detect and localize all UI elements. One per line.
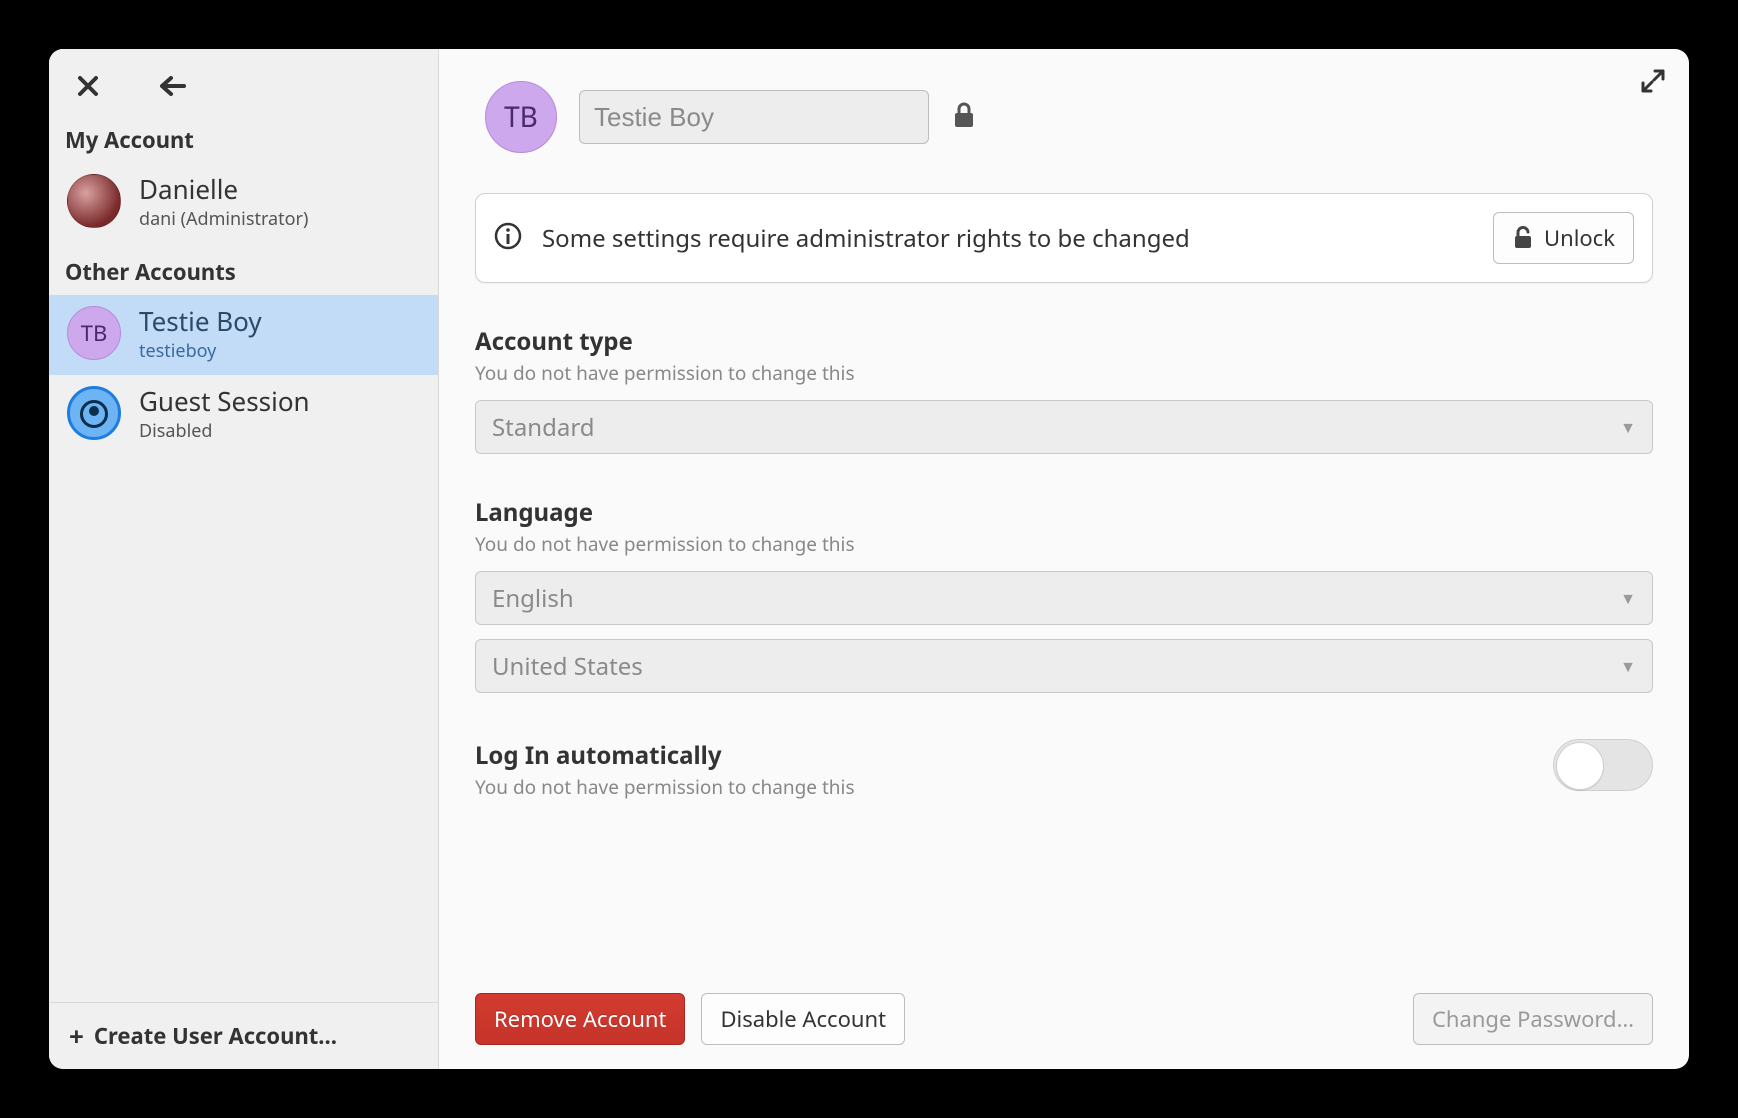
back-icon[interactable] [158,71,188,101]
account-name: Danielle [139,171,308,207]
main-panel: TB Some settings require administrator r… [439,49,1689,1069]
autologin-switch [1553,739,1653,791]
language-label: Language [475,496,1653,529]
other-accounts-label: Other Accounts [49,243,438,295]
sidebar-toolbar [49,49,438,111]
sidebar-item-guest[interactable]: Guest Session Disabled [49,375,438,455]
region-select: United States ▼ [475,639,1653,693]
create-user-label: Create User Account… [94,1021,337,1051]
info-icon [494,222,522,255]
create-user-button[interactable]: + Create User Account… [49,1002,438,1069]
admin-info-bar: Some settings require administrator righ… [475,193,1653,283]
avatar: TB [67,306,121,360]
autologin-label: Log In automatically [475,739,855,772]
unlock-label: Unlock [1544,223,1615,253]
chevron-down-icon: ▼ [1620,655,1636,677]
remove-account-label: Remove Account [494,1004,666,1034]
chevron-down-icon: ▼ [1620,587,1636,609]
language-group: Language You do not have permission to c… [475,496,1653,693]
language-select: English ▼ [475,571,1653,625]
change-password-label: Change Password… [1432,1004,1634,1034]
autologin-note: You do not have permission to change thi… [475,774,855,800]
avatar [67,174,121,228]
account-type-group: Account type You do not have permission … [475,325,1653,454]
change-password-button: Change Password… [1413,993,1653,1045]
avatar-large[interactable]: TB [485,81,557,153]
sidebar: My Account Danielle dani (Administrator)… [49,49,439,1069]
disable-account-label: Disable Account [720,1004,886,1034]
account-name: Testie Boy [139,303,262,339]
remove-account-button[interactable]: Remove Account [475,993,685,1045]
region-value: United States [492,650,643,683]
account-type-label: Account type [475,325,1653,358]
account-sub: testieboy [139,339,262,363]
lock-icon [951,101,977,134]
expand-icon[interactable] [1641,69,1665,98]
account-type-select: Standard ▼ [475,400,1653,454]
account-sub: Disabled [139,419,310,443]
users-settings-window: My Account Danielle dani (Administrator)… [49,49,1689,1069]
plus-icon: + [69,1023,84,1049]
close-icon[interactable] [73,71,103,101]
full-name-input[interactable] [579,90,929,144]
disable-account-button[interactable]: Disable Account [701,993,905,1045]
language-value: English [492,582,574,615]
info-text: Some settings require administrator righ… [542,222,1473,255]
chevron-down-icon: ▼ [1620,416,1636,438]
avatar-guest-icon [67,386,121,440]
my-account-label: My Account [49,111,438,163]
user-header: TB [475,49,1653,193]
account-type-note: You do not have permission to change thi… [475,360,1653,386]
language-note: You do not have permission to change thi… [475,531,1653,557]
footer-actions: Remove Account Disable Account Change Pa… [475,973,1653,1069]
account-type-value: Standard [492,411,595,444]
unlock-button[interactable]: Unlock [1493,212,1634,264]
account-name: Guest Session [139,383,310,419]
sidebar-item-testieboy[interactable]: TB Testie Boy testieboy [49,295,438,375]
account-sub: dani (Administrator) [139,207,308,231]
autologin-row: Log In automatically You do not have per… [475,739,1653,800]
sidebar-item-my-account[interactable]: Danielle dani (Administrator) [49,163,438,243]
